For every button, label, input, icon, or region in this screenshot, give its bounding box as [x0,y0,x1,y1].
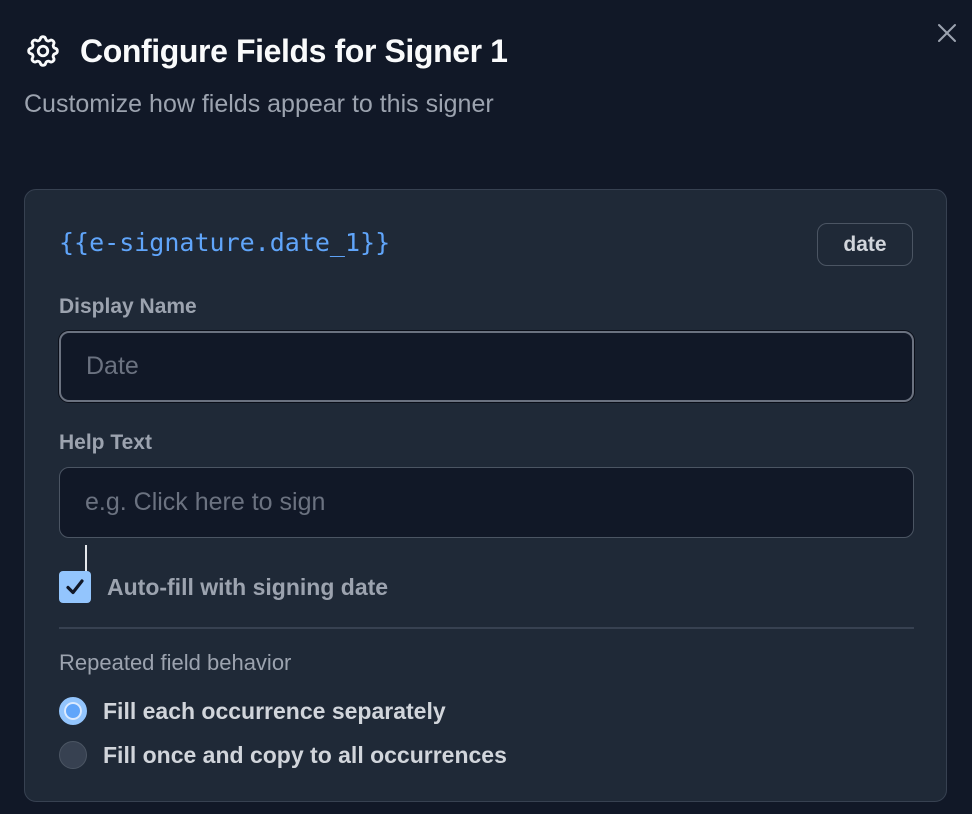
radio-button-selected[interactable] [59,697,87,725]
autofill-label: Auto-fill with signing date [107,573,389,600]
radio-option-copy-all[interactable]: Fill once and copy to all occurrences [59,741,507,769]
autofill-checkbox-row[interactable]: Auto-fill with signing date [59,571,388,603]
close-icon[interactable] [936,22,958,44]
field-tag: {{e-signature.date_1}} [59,228,391,257]
gear-icon [27,35,59,67]
help-text-input[interactable] [59,467,914,538]
display-name-input[interactable] [59,331,914,402]
display-name-label: Display Name [59,295,197,318]
radio-option-separate[interactable]: Fill each occurrence separately [59,697,446,725]
field-type-badge: date [817,223,913,266]
configure-fields-dialog: Configure Fields for Signer 1 Customize … [0,0,972,814]
title-row: Configure Fields for Signer 1 [24,32,508,70]
field-config-card: {{e-signature.date_1}} date Display Name… [24,189,947,802]
checkmark-icon [66,579,84,595]
help-text-label: Help Text [59,431,152,454]
radio-option-label: Fill once and copy to all occurrences [103,741,507,768]
radio-option-label: Fill each occurrence separately [103,697,446,724]
dialog-subtitle: Customize how fields appear to this sign… [24,90,494,118]
dialog-title: Configure Fields for Signer 1 [80,32,508,69]
dialog-header: Configure Fields for Signer 1 Customize … [24,32,508,119]
repeated-behavior-label: Repeated field behavior [59,650,292,675]
section-divider [59,627,914,629]
radio-button-unselected[interactable] [59,741,87,769]
text-cursor [85,545,87,572]
autofill-checkbox[interactable] [59,571,91,603]
